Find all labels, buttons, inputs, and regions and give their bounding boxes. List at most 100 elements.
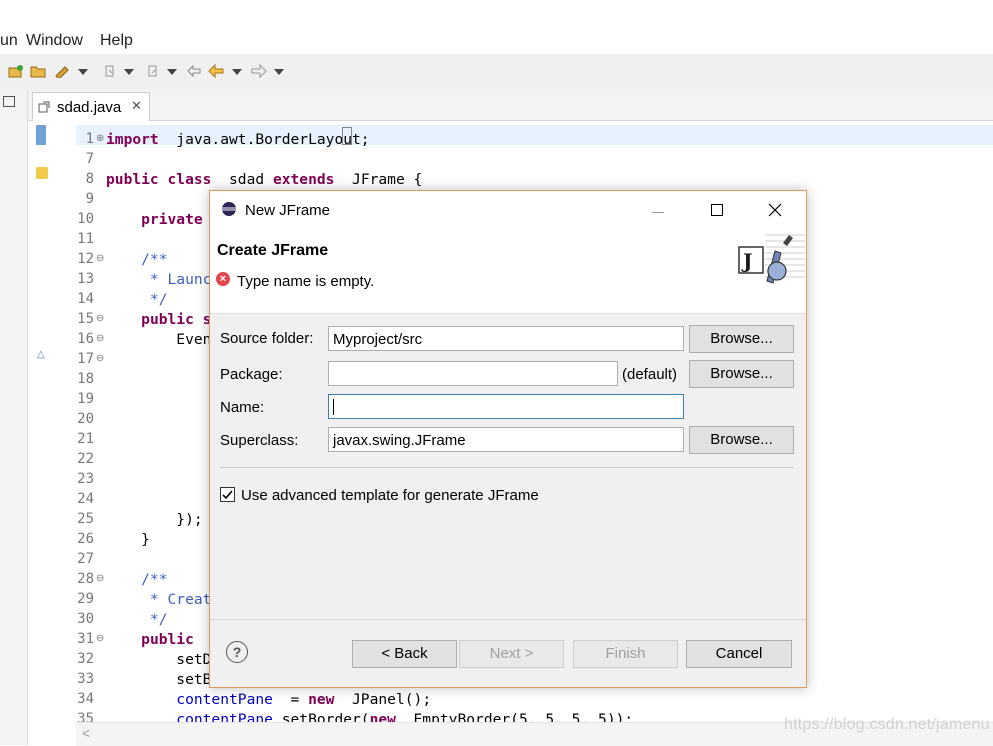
- cancel-button[interactable]: Cancel: [686, 640, 792, 668]
- separator: [220, 467, 794, 468]
- code-token: /**: [106, 251, 168, 268]
- fold-toggle-icon[interactable]: ⊖: [96, 633, 104, 644]
- code-line[interactable]: import java.awt.BorderLayout;: [106, 131, 370, 148]
- source-folder-browse-button[interactable]: Browse...: [689, 325, 794, 353]
- advanced-template-checkbox[interactable]: [220, 487, 235, 502]
- line-number: 9: [85, 191, 94, 207]
- line-number: 18: [77, 371, 94, 387]
- minimize-button[interactable]: [643, 197, 673, 223]
- menu-bar: un Window Help: [0, 0, 993, 54]
- line-number: 21: [77, 431, 94, 447]
- fold-toggle-icon[interactable]: ⊖: [96, 253, 104, 264]
- code-token: */: [106, 291, 168, 308]
- line-number: 12: [77, 251, 94, 267]
- superclass-browse-button[interactable]: Browse...: [689, 426, 794, 454]
- button-bar-separator: [210, 619, 806, 620]
- line-number: 30: [77, 611, 94, 627]
- last-edit-icon[interactable]: [186, 64, 202, 78]
- new-package-icon[interactable]: [8, 64, 24, 78]
- menu-run[interactable]: un: [0, 32, 18, 50]
- tab-sdad-java[interactable]: sdad.java ✕: [32, 92, 150, 121]
- scroll-left-arrow[interactable]: <: [82, 725, 90, 741]
- fold-toggle-icon[interactable]: ⊕: [96, 133, 104, 144]
- back-arrow-icon[interactable]: [208, 64, 224, 78]
- open-folder-icon[interactable]: [30, 64, 46, 78]
- fold-toggle-icon[interactable]: ⊖: [96, 573, 104, 584]
- run-tool-icon[interactable]: [54, 64, 70, 78]
- line-number: 33: [77, 671, 94, 687]
- prev-annotation-icon[interactable]: [146, 64, 162, 78]
- text-caret: [333, 399, 334, 415]
- menu-window[interactable]: Window: [26, 32, 83, 50]
- next-button[interactable]: Next >: [459, 640, 564, 668]
- package-label: Package:: [220, 366, 283, 383]
- next-annotation-icon[interactable]: [103, 64, 119, 78]
- code-token: java.awt.BorderLayout;: [158, 131, 370, 148]
- code-token: }: [106, 491, 221, 508]
- line-number: 16: [77, 331, 94, 347]
- close-button[interactable]: [760, 197, 790, 223]
- code-token: */: [106, 611, 168, 628]
- line-number: 14: [77, 291, 94, 307]
- dialog-header: Create JFrame × Type name is empty. J: [210, 229, 806, 314]
- back-dropdown-icon[interactable]: [232, 69, 242, 75]
- code-line[interactable]: }: [106, 491, 220, 508]
- code-line[interactable]: /**: [106, 251, 168, 268]
- superclass-label: Superclass:: [220, 432, 299, 449]
- restore-view-icon[interactable]: [3, 96, 15, 107]
- advanced-template-label[interactable]: Use advanced template for generate JFram…: [241, 487, 539, 504]
- back-button[interactable]: < Back: [352, 640, 457, 668]
- fold-toggle-icon[interactable]: ⊖: [96, 353, 104, 364]
- menu-help[interactable]: Help: [100, 32, 133, 50]
- code-token: sdad: [211, 171, 273, 188]
- line-number: 8: [85, 171, 94, 187]
- code-token: JFrame {: [334, 171, 423, 188]
- code-token: new: [308, 691, 335, 708]
- fold-toggle-icon[interactable]: ⊖: [96, 313, 104, 324]
- code-line[interactable]: contentPane = new JPanel();: [106, 691, 431, 708]
- code-line[interactable]: });: [106, 511, 202, 528]
- source-folder-input[interactable]: Myproject/src: [328, 326, 684, 351]
- package-input[interactable]: [328, 361, 618, 386]
- fold-toggle-icon[interactable]: ⊖: [96, 333, 104, 344]
- forward-arrow-icon[interactable]: [251, 64, 267, 78]
- line-number: 27: [77, 551, 94, 567]
- line-number: 32: [77, 651, 94, 667]
- line-number: 20: [77, 411, 94, 427]
- code-line[interactable]: public class sdad extends JFrame {: [106, 171, 422, 188]
- tab-close-icon[interactable]: ✕: [131, 98, 142, 114]
- dialog-title: New JFrame: [245, 202, 331, 219]
- prev-annotation-dropdown-icon[interactable]: [167, 69, 177, 75]
- name-input[interactable]: [328, 394, 684, 419]
- source-folder-label: Source folder:: [220, 330, 314, 347]
- code-line[interactable]: /**: [106, 571, 167, 588]
- line-number: 1: [85, 131, 94, 147]
- line-number: 34: [77, 691, 94, 707]
- error-icon: ×: [216, 272, 230, 286]
- line-number: 28: [77, 571, 94, 587]
- run-tool-dropdown-icon[interactable]: [78, 69, 88, 75]
- package-browse-button[interactable]: Browse...: [689, 360, 794, 388]
- line-number: 24: [77, 491, 94, 507]
- line-number: 19: [77, 391, 94, 407]
- checkmark-icon: [222, 490, 233, 500]
- forward-dropdown-icon[interactable]: [274, 69, 284, 75]
- help-icon[interactable]: ?: [226, 641, 248, 663]
- left-view-strip: [0, 90, 28, 745]
- code-line[interactable]: */: [106, 291, 168, 308]
- dialog-titlebar[interactable]: New JFrame: [210, 191, 806, 229]
- code-line[interactable]: */: [106, 611, 168, 628]
- svg-text:J: J: [741, 249, 752, 273]
- finish-button[interactable]: Finish: [573, 640, 678, 668]
- error-message: Type name is empty.: [237, 273, 375, 290]
- next-annotation-dropdown-icon[interactable]: [124, 69, 134, 75]
- jframe-wizard-banner-icon: J: [738, 234, 805, 284]
- superclass-input[interactable]: javax.swing.JFrame: [328, 427, 684, 452]
- maximize-button[interactable]: [702, 197, 732, 223]
- java-file-icon: [38, 101, 50, 113]
- line-number: 22: [77, 451, 94, 467]
- folded-region-box[interactable]: [342, 127, 352, 145]
- code-line[interactable]: }: [106, 531, 150, 548]
